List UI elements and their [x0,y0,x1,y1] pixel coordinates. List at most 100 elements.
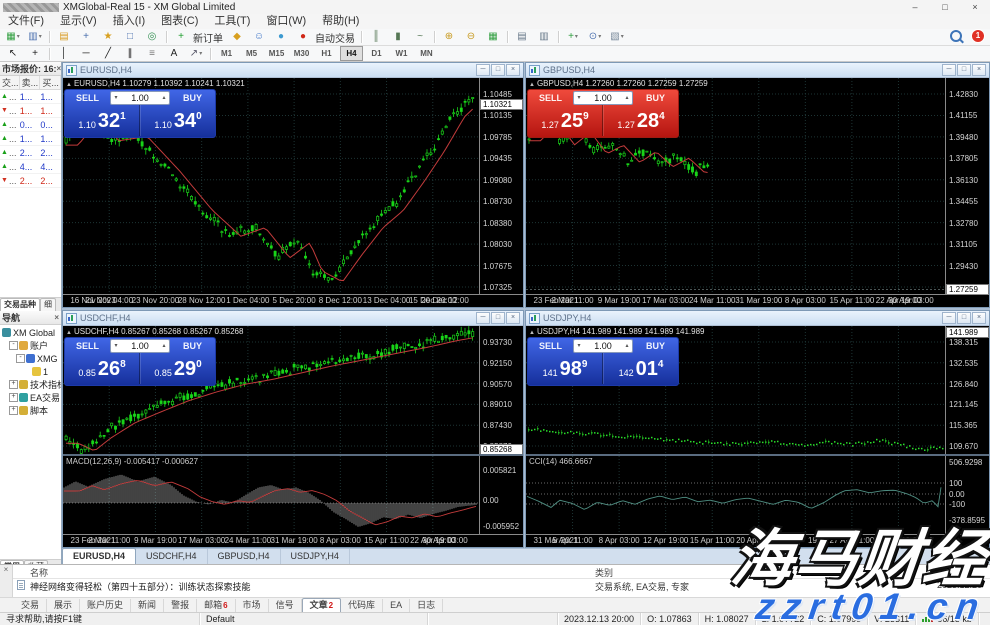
arrange-horizontal-icon[interactable]: ▤ [512,29,532,45]
text-label-icon[interactable]: A [164,46,184,62]
notification-badge[interactable]: 1 [972,30,984,42]
market-watch-col-2[interactable]: 买... [40,76,61,89]
lot-dropdown-icon[interactable]: ▾ [111,94,121,101]
sell-price[interactable]: 1.27259 [528,105,603,136]
expand-box-icon[interactable]: + [9,406,18,415]
lot-dropdown-icon[interactable]: ▾ [111,342,121,349]
vertical-line-icon[interactable]: │ [54,46,74,62]
arrange-vertical-icon[interactable]: ▥ [534,29,554,45]
terminal-tab-7[interactable]: 信号 [269,599,302,612]
buy-button[interactable]: BUY [633,341,678,351]
chart-title-bar[interactable]: GBPUSD,H4─□× [526,63,989,78]
lot-dropdown-icon[interactable]: ▾ [574,94,584,101]
expand-box-icon[interactable]: + [9,380,18,389]
buy-price[interactable]: 142014 [603,353,678,384]
sell-price[interactable]: 0.85268 [65,353,140,384]
profiles-icon[interactable]: ▥▾ [25,29,45,45]
lot-value[interactable]: 1.00 [121,93,159,103]
timeframe-button-m5[interactable]: M5 [240,46,263,61]
minimize-button[interactable]: – [900,1,930,14]
sell-price[interactable]: 141989 [528,353,603,384]
line-chart-mode-icon[interactable]: ~ [410,29,430,45]
lot-value[interactable]: 1.00 [121,341,159,351]
market-watch-close-icon[interactable]: × [57,64,61,73]
terminal-tab-4[interactable]: 警报 [164,599,197,612]
navigator-node-5[interactable]: +脚本 [0,404,61,417]
buy-price[interactable]: 0.85290 [140,353,215,384]
timeframe-button-m1[interactable]: M1 [215,46,238,61]
timeframe-button-h1[interactable]: H1 [315,46,338,61]
navigator-close-icon[interactable]: × [54,313,59,322]
menu-item-3[interactable]: 图表(C) [153,14,206,29]
strategy-tester-icon[interactable]: ◎ [142,29,162,45]
channel-icon[interactable]: ∥ [120,46,140,62]
horizontal-line-icon[interactable]: ─ [76,46,96,62]
navigator-node-0[interactable]: -账户 [0,339,61,352]
terminal-category-header[interactable]: 类别 [595,566,613,579]
market-watch-tab-1[interactable]: 细 [40,298,56,311]
data-window-icon[interactable]: + [76,29,96,45]
price-scale[interactable]: 1.428301.411551.394801.378051.361301.344… [945,78,989,295]
chart-minimize-button[interactable]: ─ [942,64,956,76]
terminal-tab-9[interactable]: 代码库 [341,599,383,612]
arrows-icon[interactable]: ↗▾ [186,46,206,62]
chart-tab-eurusdh4[interactable]: EURUSD,H4 [62,548,136,564]
collapse-arrow-icon[interactable]: ▲ [529,82,535,88]
article-row[interactable]: 神经网络变得轻松（第四十五部分）：训练状态探索技能 交易系统, EA交易, 专家… [13,579,990,592]
community-icon[interactable]: ☺ [249,29,269,45]
terminal-tab-6[interactable]: 市场 [236,599,269,612]
indicators-icon[interactable]: +▾ [563,29,583,45]
market-watch-col-0[interactable]: 交... [0,76,20,89]
sell-button[interactable]: SELL [65,341,110,351]
expand-box-icon[interactable]: - [16,354,25,363]
chart-title-bar[interactable]: USDJPY,H4─□× [526,311,989,326]
time-axis[interactable]: 16 Nov 202321 Nov 04:0023 Nov 20:0028 No… [63,294,523,307]
terminal-tab-3[interactable]: 新闻 [131,599,164,612]
market-watch-row[interactable]: ▲...4...4... [0,160,61,174]
sell-button[interactable]: SELL [528,93,573,103]
bar-chart-mode-icon[interactable]: ║ [366,29,386,45]
timeframe-button-mn[interactable]: MN [415,46,438,61]
templates-icon[interactable]: ▧▾ [607,29,627,45]
terminal-icon[interactable]: □ [120,29,140,45]
time-axis[interactable]: 23 Feb 20212 Mar 11:009 Mar 19:0017 Mar … [63,534,523,547]
lot-size-input[interactable]: ▾1.00▴ [110,91,170,105]
chart-tab-usdjpyh4[interactable]: USDJPY,H4 [281,549,350,564]
sell-button[interactable]: SELL [65,93,110,103]
navigator-node-3[interactable]: +技术指标 [0,378,61,391]
tile-windows-icon[interactable]: ▦ [483,29,503,45]
terminal-close-icon[interactable]: × [4,565,9,574]
lot-spinner-icon[interactable]: ▴ [622,94,632,101]
lot-spinner-icon[interactable]: ▴ [159,342,169,349]
price-scale[interactable]: 138.315132.535126.840121.145115.365109.6… [945,326,989,535]
metaeditor-icon[interactable]: ◆ [227,29,247,45]
collapse-arrow-icon[interactable]: ▲ [529,330,535,336]
autotrading-label[interactable]: 自动交易 [315,30,355,45]
market-watch-row[interactable]: ▲...0...0... [0,118,61,132]
indicator-window[interactable]: CCI(14) 466.6667 [526,456,945,535]
time-axis[interactable]: 23 Feb 20212 Mar 11:009 Mar 19:0017 Mar … [526,294,989,307]
zoom-out-icon[interactable]: ⊖ [461,29,481,45]
menu-item-5[interactable]: 窗口(W) [258,14,314,29]
terminal-tab-2[interactable]: 账户历史 [80,599,131,612]
globe-icon[interactable]: ● [271,29,291,45]
navigator-node-2[interactable]: 1 [0,365,61,378]
price-scale[interactable]: 1.104851.101351.097851.094351.090801.087… [479,78,523,295]
lot-spinner-icon[interactable]: ▴ [159,94,169,101]
fibonacci-icon[interactable]: ≡ [142,46,162,62]
buy-button[interactable]: BUY [170,341,215,351]
status-profile[interactable]: Default [200,613,428,625]
menu-item-4[interactable]: 工具(T) [206,14,258,29]
maximize-button[interactable]: □ [930,1,960,14]
price-scale[interactable]: 0.937300.921500.905700.890100.874300.858… [479,326,523,535]
market-watch-row[interactable]: ▲...2...2... [0,146,61,160]
collapse-arrow-icon[interactable]: ▲ [66,82,72,88]
lot-value[interactable]: 1.00 [584,341,622,351]
market-watch-row[interactable]: ▲...1...1... [0,132,61,146]
market-watch-row[interactable]: ▲...1...1... [0,90,61,104]
menu-item-6[interactable]: 帮助(H) [314,14,367,29]
chart-minimize-button[interactable]: ─ [942,312,956,324]
terminal-tab-8[interactable]: 文章2 [302,598,341,612]
article-title[interactable]: 神经网络变得轻松（第四十五部分）：训练状态探索技能 [30,580,251,593]
timeframe-button-d1[interactable]: D1 [365,46,388,61]
